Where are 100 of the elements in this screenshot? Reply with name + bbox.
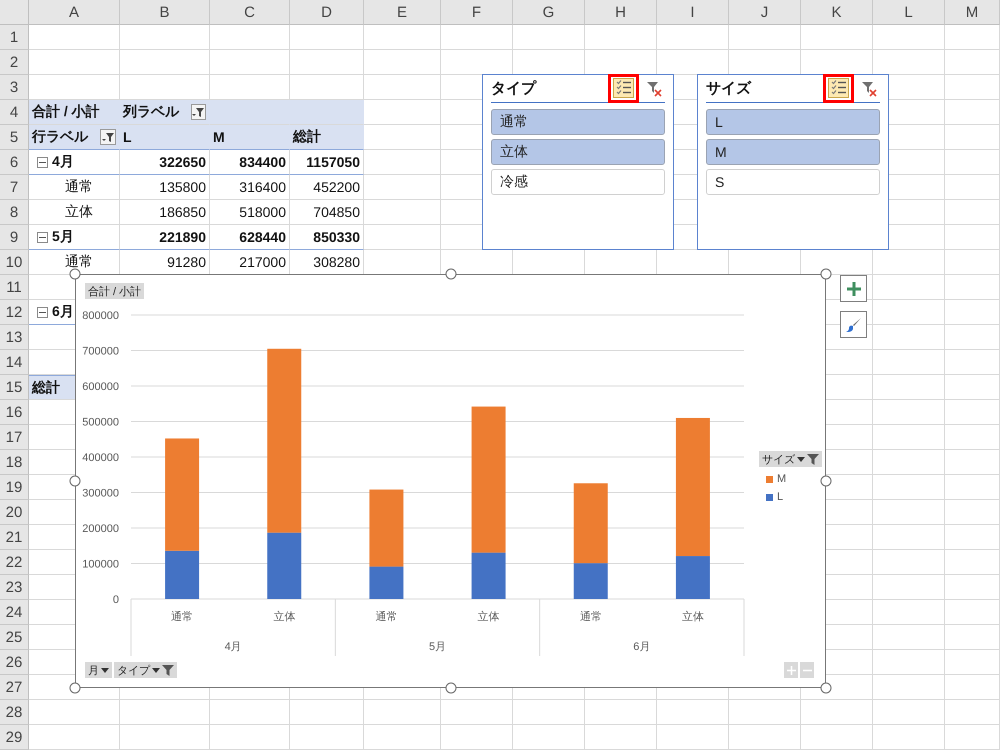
row-header[interactable]: 8 [0,200,29,225]
row-header[interactable]: 9 [0,225,29,250]
table-cell[interactable]: 628440 [210,225,290,250]
filter-button[interactable] [191,104,206,120]
column-header[interactable]: L [873,0,945,25]
dropdown-icon [152,668,160,672]
axis-tick-label: 600000 [82,381,119,393]
resize-handle[interactable] [820,476,832,486]
axis-tick-label: 300000 [82,488,119,500]
resize-handle[interactable] [445,682,456,694]
column-header[interactable]: J [729,0,801,25]
column-header[interactable]: C [210,0,290,25]
table-cell[interactable]: 518000 [210,200,290,225]
table-cell[interactable]: 452200 [290,175,364,200]
legend-swatch [766,476,773,482]
table-cell[interactable]: 135800 [120,175,210,200]
row-label: 4月 [52,153,74,171]
slicer-item[interactable]: S [706,169,880,195]
row-header[interactable]: 18 [0,450,29,475]
row-header[interactable]: 13 [0,325,29,350]
slicer-item[interactable]: 通常 [491,109,665,135]
axis-tick-label: 200000 [82,523,119,535]
row-header[interactable]: 3 [0,75,29,100]
group-label: 5月 [428,641,446,653]
row-header[interactable]: 22 [0,550,29,575]
table-cell[interactable]: 834400 [210,150,290,175]
row-header[interactable]: 28 [0,700,29,725]
table-cell[interactable]: 186850 [120,200,210,225]
collapse-icon[interactable] [37,232,48,242]
row-header[interactable]: 16 [0,400,29,425]
axis-tick-label: 0 [112,594,119,606]
column-header[interactable]: E [364,0,441,25]
row-header[interactable]: 10 [0,250,29,275]
table-cell[interactable]: 316400 [210,175,290,200]
field-button[interactable]: 合計 / 小計 [85,283,144,299]
row-header[interactable]: 15 [0,375,29,400]
column-header[interactable]: B [120,0,210,25]
slicer-item[interactable]: 冷感 [491,169,665,195]
table-cell[interactable]: 通常 [29,175,120,200]
slicer-item[interactable]: M [706,139,880,165]
filter-button[interactable] [100,129,116,145]
field-button[interactable]: サイズ [759,451,822,467]
legend-label: L [777,491,784,503]
row-header[interactable]: 5 [0,125,29,150]
column-header[interactable]: H [585,0,657,25]
chart-elements-button[interactable] [840,275,867,302]
row-header[interactable]: 12 [0,300,29,325]
column-header[interactable]: K [801,0,873,25]
resize-handle[interactable] [820,682,832,694]
plus-icon [846,282,860,296]
table-cell[interactable]: 立体 [29,200,120,225]
dropdown-icon [797,456,805,462]
collapse-icon[interactable] [37,306,48,318]
field-button[interactable]: 月 [85,662,112,678]
row-header[interactable]: 26 [0,650,29,675]
row-header[interactable]: 17 [0,425,29,450]
row-header[interactable]: 27 [0,675,29,700]
table-cell[interactable]: 1157050 [290,150,364,175]
table-cell[interactable]: 221890 [120,225,210,250]
row-header[interactable]: 23 [0,575,29,600]
column-header[interactable]: G [513,0,585,25]
axis-tick-label: 800000 [82,310,119,322]
column-header[interactable]: I [657,0,729,25]
row-header[interactable]: 14 [0,350,29,375]
collapse-icon[interactable] [37,156,48,168]
field-button[interactable]: タイプ [114,662,177,678]
row-header[interactable]: 20 [0,500,29,525]
clear-filter-icon [646,80,664,98]
row-header[interactable]: 1 [0,25,29,50]
row-header[interactable]: 25 [0,625,29,650]
row-header[interactable]: 7 [0,175,29,200]
row-header[interactable]: 11 [0,275,29,300]
row-header[interactable]: 29 [0,725,29,750]
slicer-item[interactable]: 立体 [491,139,665,165]
row-header[interactable]: 24 [0,600,29,625]
table-cell[interactable]: 850330 [290,225,364,250]
field-label: タイプ [117,664,150,678]
multi-select-button[interactable] [823,74,854,102]
slicer-title: サイズ [706,79,752,98]
row-header[interactable]: 21 [0,525,29,550]
chart-styles-button[interactable] [840,311,867,338]
multi-select-button[interactable] [608,74,639,102]
column-header[interactable]: A [29,0,120,25]
row-header[interactable]: 19 [0,475,29,500]
dropdown-icon [101,668,109,672]
header-label: 総計 [293,128,321,146]
resize-handle[interactable] [70,476,80,486]
row-header[interactable]: 2 [0,50,29,75]
column-header[interactable]: D [290,0,364,25]
table-cell[interactable]: 322650 [120,150,210,175]
column-header[interactable]: M [945,0,1000,25]
row-header[interactable]: 4 [0,100,29,125]
table-cell[interactable]: 704850 [290,200,364,225]
clear-filter-icon [861,80,879,98]
column-header[interactable]: F [441,0,513,25]
slicer-item[interactable]: L [706,109,880,135]
axis-tick-label: 400000 [82,452,119,464]
row-header[interactable]: 6 [0,150,29,175]
brush-icon [846,316,862,332]
filter-icon [162,664,174,676]
